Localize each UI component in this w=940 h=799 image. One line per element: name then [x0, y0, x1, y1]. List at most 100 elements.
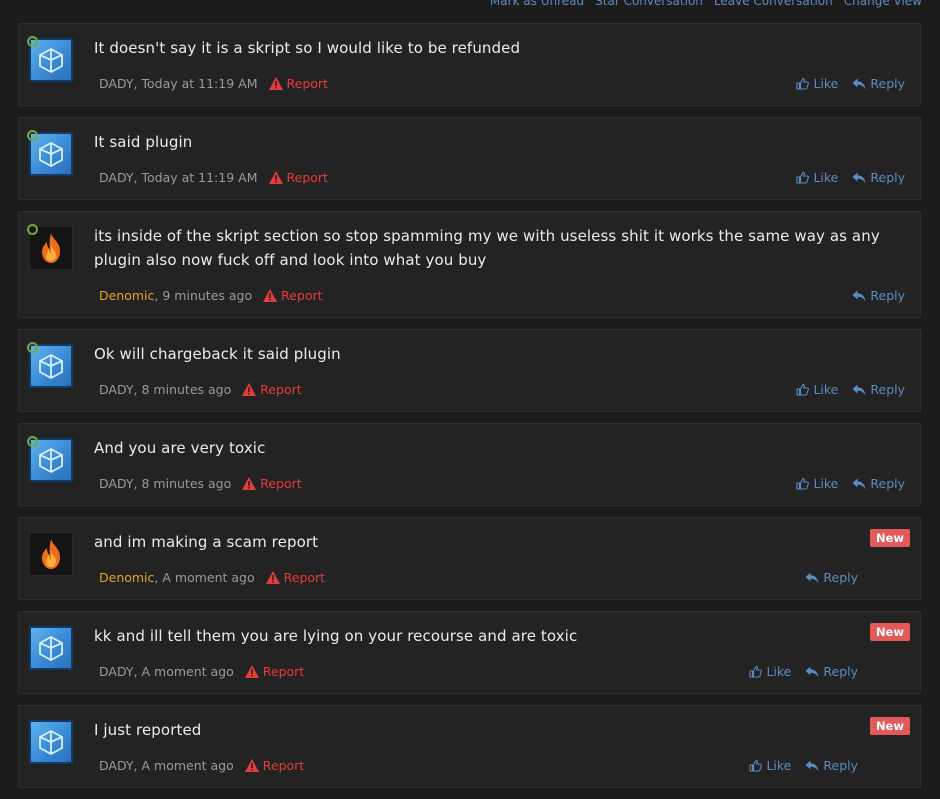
reply-button[interactable]: Reply: [852, 288, 905, 303]
timestamp: , Today at 11:19 AM: [133, 170, 258, 185]
reply-label: Reply: [870, 170, 905, 185]
reply-icon: [852, 172, 866, 183]
report-label: Report: [260, 382, 302, 397]
message-meta: DADY, Today at 11:19 AM Report: [99, 76, 328, 91]
cube-icon: [39, 635, 63, 662]
report-button[interactable]: Report: [244, 664, 304, 679]
timestamp: , A moment ago: [133, 664, 234, 679]
reply-button[interactable]: Reply: [852, 76, 905, 91]
like-label: Like: [813, 382, 839, 397]
author-name[interactable]: DADY: [99, 758, 134, 773]
avatar[interactable]: [29, 720, 73, 764]
like-label: Like: [766, 664, 792, 679]
message: It said plugin DADY, Today at 11:19 AM R…: [18, 117, 921, 200]
like-button[interactable]: Like: [796, 476, 838, 491]
reply-icon: [852, 384, 866, 395]
reply-button[interactable]: Reply: [805, 664, 858, 679]
message: Ok will chargeback it said plugin DADY, …: [18, 329, 921, 412]
change-view-link[interactable]: Change View: [844, 0, 922, 8]
report-label: Report: [286, 76, 328, 91]
like-label: Like: [813, 170, 839, 185]
author-name[interactable]: DADY: [99, 476, 134, 491]
reply-button[interactable]: Reply: [805, 758, 858, 773]
report-button[interactable]: Report: [242, 476, 302, 491]
thumbs-up-icon: [796, 383, 810, 396]
report-button[interactable]: Report: [244, 758, 305, 773]
reply-icon: [852, 478, 866, 489]
reply-icon: [805, 760, 819, 771]
like-label: Like: [813, 76, 839, 91]
reply-icon: [852, 78, 866, 89]
reply-button[interactable]: Reply: [805, 570, 858, 585]
reply-label: Reply: [870, 76, 905, 91]
warning-icon: [242, 477, 257, 490]
warning-icon: [242, 383, 257, 396]
author-name[interactable]: Denomic: [99, 288, 154, 303]
reply-label: Reply: [823, 664, 858, 679]
warning-icon: [265, 571, 280, 584]
like-button[interactable]: Like: [796, 76, 838, 91]
cube-icon: [39, 141, 63, 168]
like-label: Like: [766, 758, 792, 773]
timestamp: , 9 minutes ago: [154, 288, 253, 303]
reply-button[interactable]: Reply: [852, 382, 905, 397]
message-actions: Like Reply: [749, 758, 858, 773]
author-name[interactable]: DADY: [99, 382, 134, 397]
leave-conversation-link[interactable]: Leave Conversation: [714, 0, 833, 8]
author-name[interactable]: Denomic: [99, 570, 154, 585]
cube-icon: [39, 447, 63, 474]
timestamp: , 8 minutes ago: [133, 476, 232, 491]
author-name[interactable]: DADY: [99, 170, 134, 185]
report-button[interactable]: Report: [263, 288, 323, 303]
timestamp: , Today at 11:19 AM: [133, 76, 258, 91]
report-label: Report: [286, 170, 328, 185]
like-button[interactable]: Like: [749, 664, 791, 679]
avatar[interactable]: [29, 626, 73, 670]
message-text: its inside of the skript section so stop…: [94, 227, 880, 269]
mark-unread-link[interactable]: Mark as Unread: [490, 0, 584, 8]
cube-icon: [39, 729, 63, 756]
thumbs-up-icon: [796, 171, 810, 184]
report-button[interactable]: Report: [268, 170, 328, 185]
reply-button[interactable]: Reply: [852, 170, 905, 185]
message: And you are very toxic DADY, 8 minutes a…: [18, 423, 921, 506]
timestamp: , 8 minutes ago: [133, 382, 232, 397]
message-text: And you are very toxic: [94, 439, 266, 457]
author-name[interactable]: DADY: [99, 76, 134, 91]
report-label: Report: [281, 288, 323, 303]
message-actions: Like Reply: [796, 476, 905, 491]
avatar[interactable]: [29, 532, 73, 576]
thumbs-up-icon: [749, 759, 763, 772]
message-text: kk and ill tell them you are lying on yo…: [94, 627, 578, 645]
message-text: and im making a scam report: [94, 533, 319, 551]
cube-icon: [39, 353, 63, 380]
cube-icon: [39, 47, 63, 74]
report-button[interactable]: Report: [242, 382, 302, 397]
message-actions: Reply: [805, 570, 858, 585]
timestamp: , A moment ago: [133, 758, 234, 773]
report-label: Report: [262, 758, 305, 773]
message-meta: DADY, A moment ago Report: [99, 758, 304, 773]
report-button[interactable]: Report: [265, 570, 326, 585]
like-button[interactable]: Like: [796, 170, 838, 185]
author-name[interactable]: DADY: [99, 664, 134, 679]
online-indicator: [27, 130, 38, 141]
message: New I just reported DADY, A moment ago R…: [18, 705, 921, 788]
like-button[interactable]: Like: [749, 758, 791, 773]
star-conversation-link[interactable]: Star Conversation: [595, 0, 703, 8]
reply-button[interactable]: Reply: [852, 476, 905, 491]
warning-icon: [263, 289, 278, 302]
message-meta: Denomic, 9 minutes ago Report: [99, 288, 323, 303]
warning-icon: [244, 665, 259, 678]
conversation-actions: Mark as Unread Star Conversation Leave C…: [490, 0, 922, 8]
report-label: Report: [283, 570, 326, 585]
report-button[interactable]: Report: [268, 76, 328, 91]
reply-label: Reply: [870, 382, 905, 397]
message-actions: Like Reply: [749, 664, 858, 679]
reply-label: Reply: [823, 570, 858, 585]
message-meta: DADY, 8 minutes ago Report: [99, 382, 302, 397]
like-button[interactable]: Like: [796, 382, 838, 397]
reply-icon: [852, 290, 866, 301]
message: New kk and ill tell them you are lying o…: [18, 611, 921, 694]
reply-icon: [805, 666, 819, 677]
